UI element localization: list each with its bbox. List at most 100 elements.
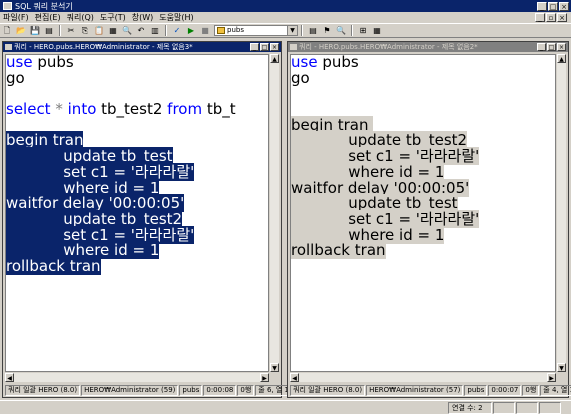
results-mode-icon[interactable]: ▥	[149, 25, 161, 36]
undo-icon[interactable]: ↶	[135, 25, 147, 36]
status-position: 줄 4, 열 1	[540, 385, 571, 396]
query-window-active[interactable]: 쿼리 - HERO.pubs.HERO₩Administrator - 제목 없…	[2, 41, 292, 398]
database-icon	[217, 27, 225, 34]
minimize-button[interactable]: _	[250, 43, 259, 51]
scroll-down-button[interactable]: ▼	[557, 363, 566, 372]
horizontal-scrollbar[interactable]: ◀ ▶	[290, 373, 556, 382]
close-button[interactable]: ×	[270, 43, 279, 51]
close-button[interactable]: ×	[559, 1, 569, 11]
menu-bar: 파일(F) 편집(E) 쿼리(Q) 도구(T) 창(W) 도움말(H) _ ▫ …	[0, 12, 571, 23]
connection-count: 연결 수: 2	[448, 401, 492, 414]
vertical-scrollbar[interactable]: ▲ ▼	[270, 54, 279, 372]
vertical-scrollbar[interactable]: ▲ ▼	[557, 54, 566, 372]
code-token: go	[6, 68, 25, 87]
find-icon[interactable]: 🔍	[121, 25, 133, 36]
minimize-button[interactable]: _	[537, 43, 546, 51]
scroll-up-button[interactable]: ▲	[557, 54, 566, 63]
status-database: pubs	[179, 385, 203, 396]
menu-help[interactable]: 도움말(H)	[156, 12, 196, 23]
menu-window[interactable]: 창(W)	[129, 12, 157, 23]
status-time: 0:00:07	[488, 385, 522, 396]
mdi-close-button[interactable]: ×	[557, 13, 567, 22]
query-status-bar: 쿼리 일괄 HERO (8.0) HERO₩Administrator (59)…	[5, 385, 292, 396]
scroll-left-button[interactable]: ◀	[5, 373, 14, 382]
maximize-button[interactable]: □	[547, 43, 556, 51]
database-select[interactable]: pubs ▼	[214, 25, 298, 36]
code-token: tb_test2	[96, 100, 168, 119]
toolbar-separator	[59, 25, 61, 36]
clear-window-icon[interactable]: ▦	[107, 25, 119, 36]
scroll-left-button[interactable]: ◀	[290, 373, 299, 382]
code-line: go	[6, 69, 268, 87]
query-editor[interactable]: use pubs go select * into tb_test2 from tb…	[5, 54, 269, 372]
code-line: use pubs	[291, 55, 555, 71]
new-query-icon[interactable]: 🗋	[1, 25, 13, 36]
code-line-content: rollback tran	[6, 256, 101, 275]
query-window-titlebar: 쿼리 - HERO.pubs.HERO₩Administrator - 제목 없…	[288, 42, 568, 52]
sql-code: use pubs go begin tran update tb_test2 set…	[291, 55, 555, 260]
query-window-inactive[interactable]: 쿼리 - HERO.pubs.HERO₩Administrator - 제목 없…	[287, 41, 571, 398]
show-results-icon[interactable]: ▦	[371, 25, 383, 36]
close-button[interactable]: ×	[557, 43, 566, 51]
code-token: tb_t	[202, 100, 236, 119]
show-execution-plan-icon[interactable]: 🔍	[335, 25, 347, 36]
code-line-content: select * into tb_test2 from tb_t	[6, 100, 236, 118]
chevron-down-icon[interactable]: ▼	[287, 26, 297, 35]
insert-template-icon[interactable]: ▤	[43, 25, 55, 36]
cut-icon[interactable]: ✂	[65, 25, 77, 36]
menu-edit[interactable]: 편집(E)	[32, 12, 64, 23]
code-token: select	[6, 100, 51, 119]
code-token: go	[291, 68, 310, 87]
status-database: pubs	[464, 385, 488, 396]
object-search-icon[interactable]: ⚑	[321, 25, 333, 36]
status-cell	[516, 401, 538, 414]
code-line: rollback tran	[291, 241, 555, 260]
copy-icon[interactable]: ⎘	[79, 25, 91, 36]
mdi-restore-button[interactable]: ▫	[546, 13, 556, 22]
cancel-query-icon[interactable]: ■	[199, 25, 211, 36]
code-token: into	[67, 100, 97, 119]
code-line: select * into tb_test2 from tb_t	[6, 100, 268, 118]
query-editor[interactable]: use pubs go begin tran update tb_test2 set…	[290, 54, 556, 372]
scroll-right-button[interactable]: ▶	[260, 373, 269, 382]
save-icon[interactable]: 💾	[29, 25, 41, 36]
status-batch: 쿼리 일괄 HERO (8.0)	[5, 385, 81, 396]
app-title: SQL 쿼리 분석기	[15, 1, 73, 11]
current-connection-icon[interactable]: ⊞	[357, 25, 369, 36]
toolbar-separator	[351, 25, 353, 36]
database-select-value: pubs	[227, 26, 244, 34]
scroll-right-button[interactable]: ▶	[547, 373, 556, 382]
status-cell	[493, 401, 515, 414]
parse-check-icon[interactable]: ✓	[171, 25, 183, 36]
code-line: use pubs	[6, 55, 268, 71]
open-icon[interactable]: 📂	[15, 25, 27, 36]
query-window-title: 쿼리 - HERO.pubs.HERO₩Administrator - 제목 없…	[14, 43, 193, 51]
code-token: from	[167, 100, 203, 119]
query-window-titlebar: 쿼리 - HERO.pubs.HERO₩Administrator - 제목 없…	[3, 42, 281, 52]
mdi-minimize-button[interactable]: _	[535, 13, 545, 22]
horizontal-scrollbar[interactable]: ◀ ▶	[5, 373, 269, 382]
execute-icon[interactable]: ▶	[185, 25, 197, 36]
scroll-up-button[interactable]: ▲	[270, 54, 279, 63]
maximize-button[interactable]: □	[260, 43, 269, 51]
code-line-content: go	[6, 69, 25, 87]
code-token: pubs	[32, 54, 74, 71]
status-batch: 쿼리 일괄 HERO (8.0)	[290, 385, 366, 396]
query-status-bar: 쿼리 일괄 HERO (8.0) HERO₩Administrator (57)…	[290, 385, 571, 396]
object-browser-icon[interactable]: ▤	[307, 25, 319, 36]
code-token: pubs	[317, 54, 359, 71]
sql-code: use pubs go select * into tb_test2 from tb…	[6, 55, 268, 275]
code-line-content: go	[291, 69, 310, 87]
paste-icon[interactable]: 📋	[93, 25, 105, 36]
minimize-button[interactable]: _	[537, 1, 547, 11]
menu-tools[interactable]: 도구(T)	[97, 12, 129, 23]
menu-file[interactable]: 파일(F)	[0, 12, 32, 23]
menu-query[interactable]: 쿼리(Q)	[64, 12, 97, 23]
status-user: HERO₩Administrator (59)	[81, 385, 179, 396]
scroll-down-button[interactable]: ▼	[270, 363, 279, 372]
app-icon	[3, 2, 12, 10]
query-window-title: 쿼리 - HERO.pubs.HERO₩Administrator - 제목 없…	[299, 43, 478, 51]
toolbar-separator	[301, 25, 303, 36]
maximize-button[interactable]: □	[548, 1, 558, 11]
